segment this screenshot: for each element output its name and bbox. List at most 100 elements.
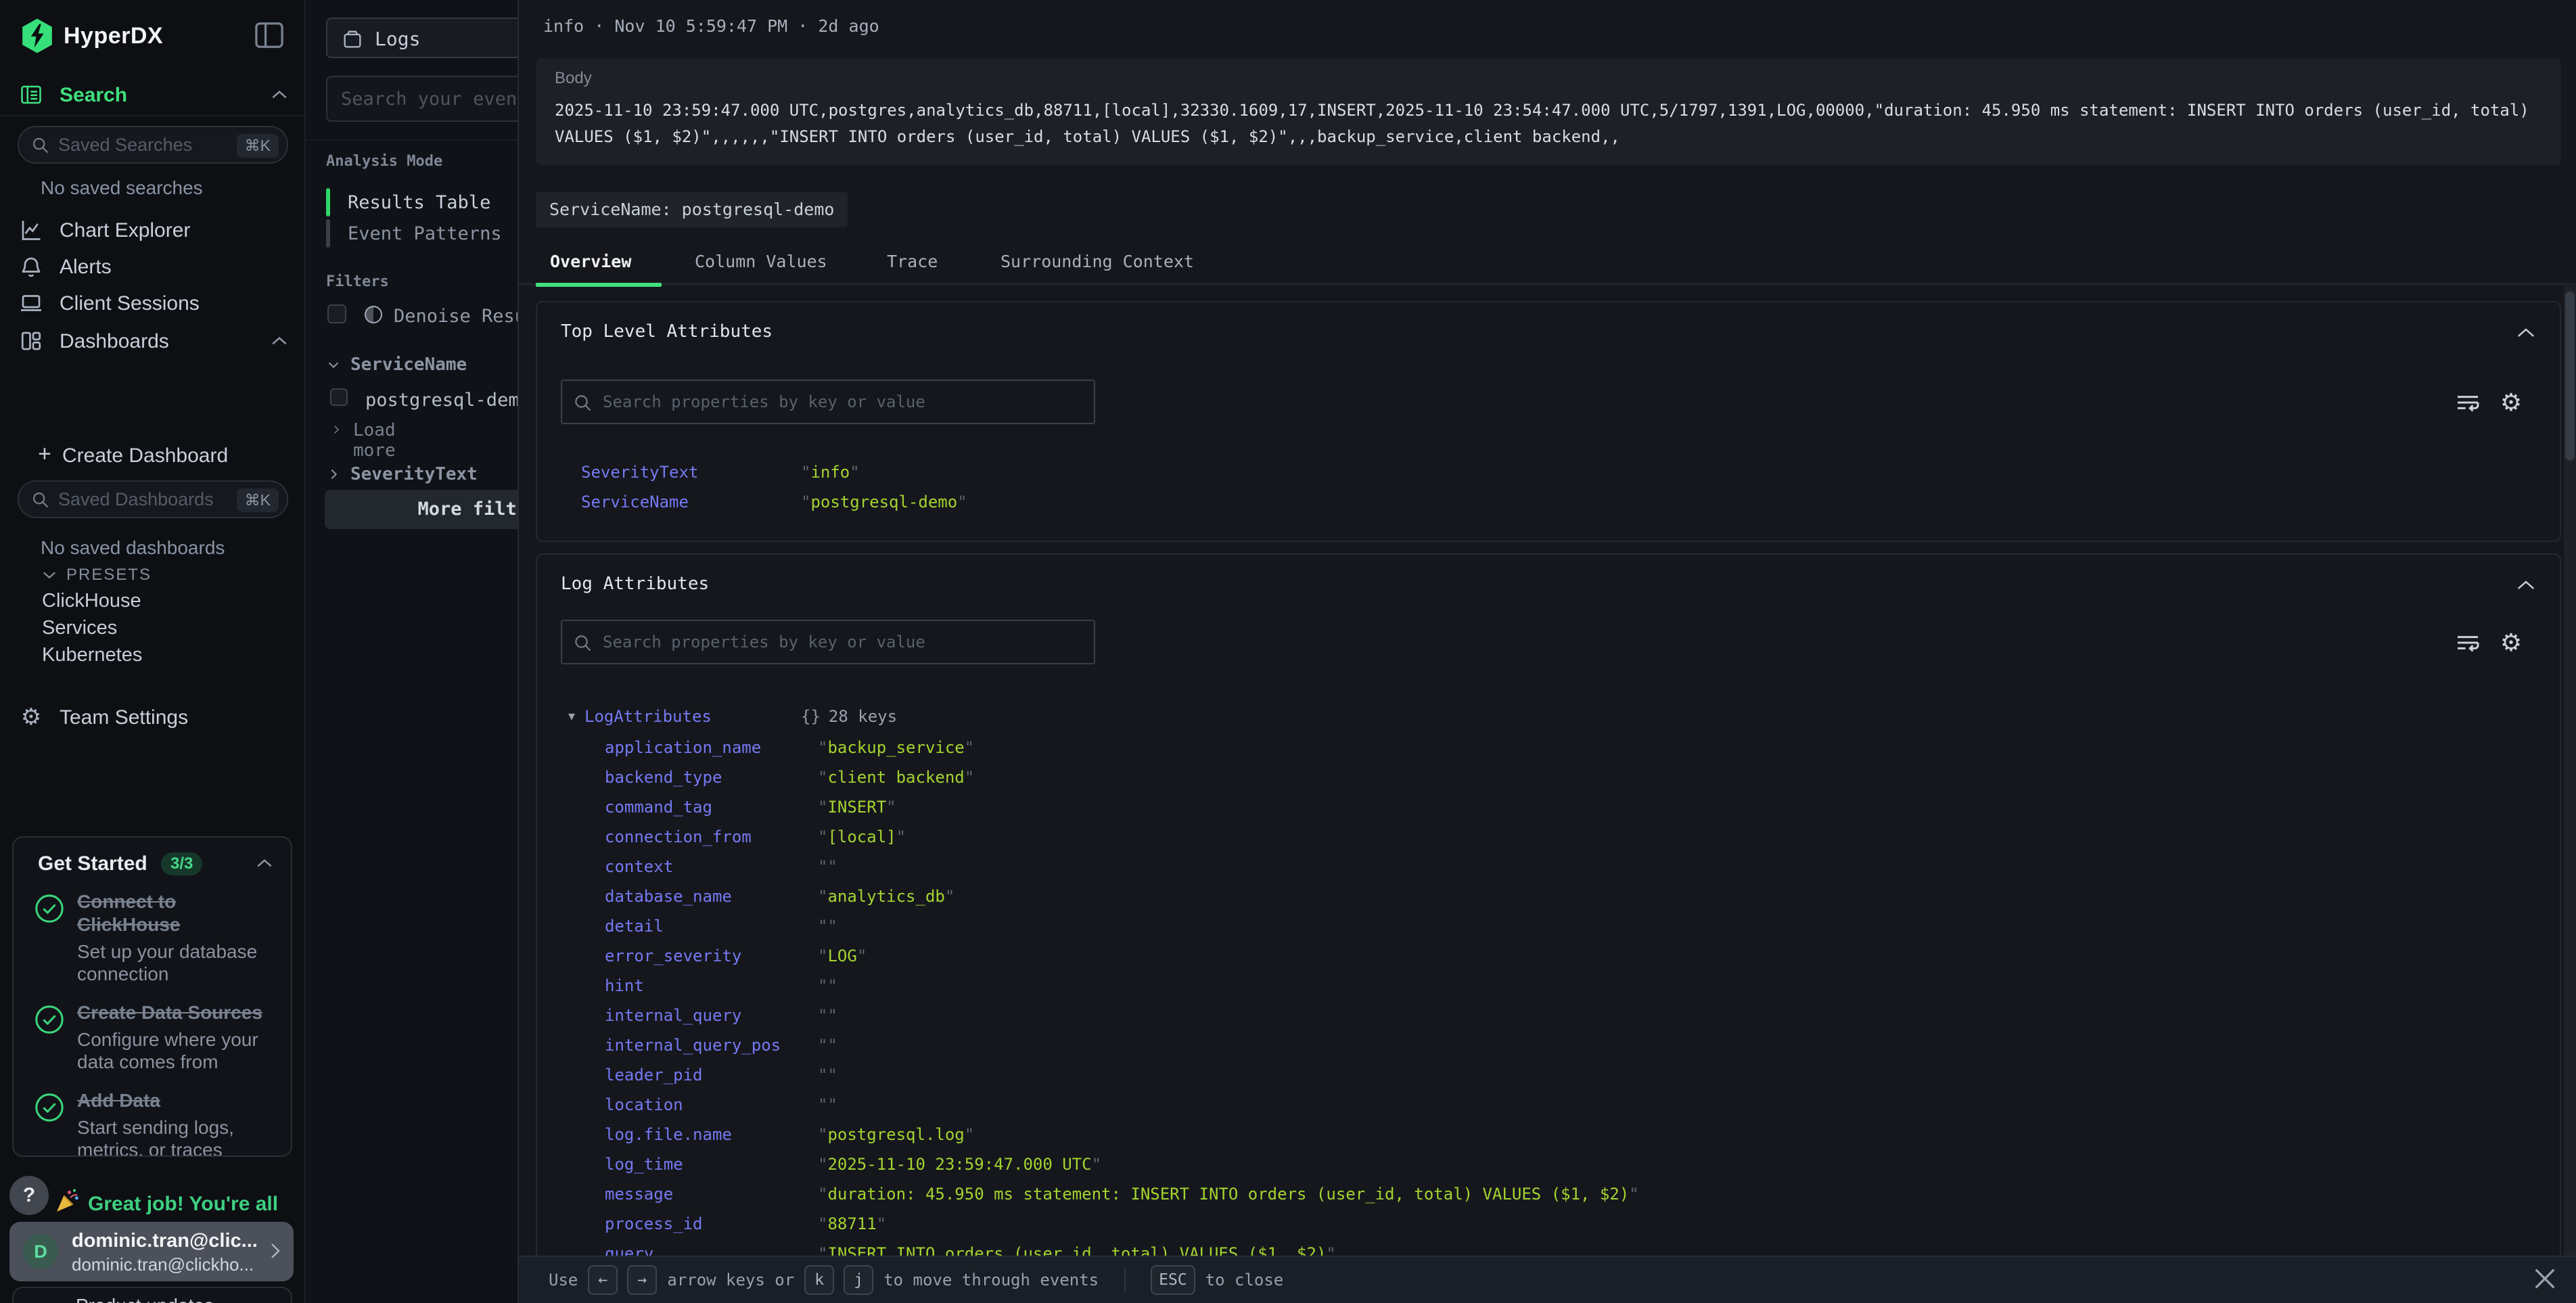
wrap-lines-icon[interactable] (2454, 629, 2481, 656)
attribute-value[interactable]: "[local]" (818, 827, 906, 846)
property-search-input[interactable] (603, 625, 1076, 659)
chevron-up-icon[interactable] (256, 858, 273, 869)
get-started-header[interactable]: Get Started 3/3 (14, 838, 291, 882)
sidebar-item-search[interactable]: Search (0, 76, 306, 114)
attribute-key[interactable]: SeverityText (581, 463, 698, 482)
denoise-icon (363, 304, 384, 325)
attribute-value[interactable]: "" (818, 857, 837, 876)
attribute-value[interactable]: "postgresql.log" (818, 1125, 974, 1144)
property-search-box[interactable] (561, 380, 1095, 424)
filter-option-checkbox[interactable] (330, 388, 348, 406)
close-icon[interactable] (2531, 1265, 2558, 1292)
scrollbar-thumb[interactable] (2565, 292, 2575, 461)
attribute-key[interactable]: log.file.name (605, 1125, 732, 1144)
sidebar-item-alerts[interactable]: Alerts (0, 248, 306, 285)
expand-triangle-icon[interactable]: ▾ (568, 708, 575, 725)
attribute-key[interactable]: command_tag (605, 798, 712, 817)
attribute-key[interactable]: hint (605, 976, 644, 995)
attribute-key[interactable]: leader_pid (605, 1066, 703, 1084)
attribute-value[interactable]: "88711" (818, 1214, 886, 1233)
tab-trace[interactable]: Trace (887, 252, 938, 271)
esc-key: ESC (1151, 1265, 1195, 1295)
attribute-value[interactable]: "" (818, 917, 837, 936)
tab-column-values[interactable]: Column Values (695, 252, 827, 271)
attribute-key[interactable]: backend_type (605, 768, 722, 787)
task-create-data-sources[interactable]: Create Data Sources Configure where your… (34, 1001, 277, 1073)
root-key[interactable]: LogAttributes (584, 707, 712, 726)
gear-icon[interactable]: ⚙ (2498, 389, 2525, 416)
saved-searches-field[interactable] (58, 130, 221, 160)
task-connect-clickhouse[interactable]: Connect to ClickHouse Set up your databa… (34, 890, 277, 985)
gear-icon[interactable]: ⚙ (2498, 629, 2525, 656)
attribute-value[interactable]: "client backend" (818, 768, 974, 787)
saved-searches-input[interactable]: ⌘K (18, 126, 288, 164)
property-search-input[interactable] (603, 385, 1076, 419)
avatar: D (23, 1234, 58, 1269)
chevron-up-icon[interactable] (271, 336, 288, 346)
attribute-key[interactable]: ServiceName (581, 493, 689, 511)
chevron-right-icon (330, 424, 342, 436)
attribute-key[interactable]: message (605, 1185, 673, 1204)
sidebar-item-team-settings[interactable]: ⚙ Team Settings (0, 698, 306, 736)
saved-dashboards-input[interactable]: ⌘K (18, 480, 288, 518)
attribute-key[interactable]: location (605, 1095, 683, 1114)
attribute-key[interactable]: context (605, 857, 673, 876)
tab-overview[interactable]: Overview (550, 252, 631, 271)
create-dashboard-button[interactable]: + Create Dashboard (0, 438, 306, 474)
attribute-value[interactable]: "" (818, 1066, 837, 1084)
attribute-key[interactable]: error_severity (605, 946, 741, 965)
attribute-value[interactable]: "analytics_db" (818, 887, 954, 906)
property-search-box[interactable] (561, 620, 1095, 664)
task-desc: Configure where your data comes from (77, 1028, 271, 1073)
chevron-up-icon[interactable] (271, 89, 288, 100)
attribute-key[interactable]: process_id (605, 1214, 703, 1233)
preset-kubernetes[interactable]: Kubernetes (42, 644, 142, 666)
attribute-value[interactable]: "backup_service" (818, 738, 974, 757)
attribute-key[interactable]: detail (605, 917, 664, 936)
celebration-banner: Great job! You're all (54, 1185, 295, 1223)
attribute-row: log_time "2025-11-10 23:59:47.000 UTC" (537, 1150, 2539, 1180)
tab-surrounding-context[interactable]: Surrounding Context (1001, 252, 1194, 271)
service-name-tag[interactable]: ServiceName: postgresql-demo (536, 192, 848, 227)
log-attributes-root-row[interactable]: ▾ LogAttributes 28 keys (537, 702, 2539, 732)
celebration-text: Great job! You're all (88, 1193, 278, 1215)
attribute-key[interactable]: connection_from (605, 827, 752, 846)
task-add-data[interactable]: Add Data Start sending logs, metrics, or… (34, 1089, 277, 1157)
attribute-key[interactable]: application_name (605, 738, 761, 757)
sidebar-item-label: Client Sessions (60, 292, 200, 315)
wrap-lines-icon[interactable] (2454, 389, 2481, 416)
product-updates-card[interactable]: Product updates (12, 1287, 292, 1303)
preset-clickhouse[interactable]: ClickHouse (42, 590, 141, 612)
attribute-value[interactable]: "INSERT" (818, 798, 896, 817)
attribute-value[interactable]: "LOG" (818, 946, 867, 965)
plus-icon: + (38, 441, 51, 467)
attribute-value[interactable]: "" (818, 1095, 837, 1114)
collapse-chevron-icon[interactable] (2516, 327, 2536, 339)
help-button[interactable]: ? (9, 1176, 49, 1215)
sidebar-item-dashboards[interactable]: Dashboards (0, 322, 306, 360)
preset-services[interactable]: Services (42, 617, 117, 639)
attribute-key[interactable]: internal_query_pos (605, 1036, 781, 1055)
attribute-value[interactable]: "postgresql-demo" (801, 493, 967, 511)
attribute-value[interactable]: "" (818, 976, 837, 995)
user-menu[interactable]: D dominic.tran@clic... dominic.tran@clic… (9, 1222, 294, 1281)
top-level-attribute-rows: SeverityText "info" ServiceName "postgresql… (537, 458, 2539, 518)
attribute-key[interactable]: database_name (605, 887, 732, 906)
attribute-key[interactable]: log_time (605, 1155, 683, 1174)
attribute-value[interactable]: "" (818, 1036, 837, 1055)
j-key: j (844, 1265, 873, 1295)
attribute-value[interactable]: "" (818, 1006, 837, 1025)
sidebar-item-client-sessions[interactable]: Client Sessions (0, 284, 306, 322)
sidebar-collapse-icon[interactable] (254, 22, 284, 49)
panel-scrollbar[interactable] (2564, 286, 2576, 1303)
attribute-key[interactable]: internal_query (605, 1006, 741, 1025)
collapse-chevron-icon[interactable] (2516, 579, 2536, 591)
attribute-value[interactable]: "info" (801, 463, 860, 482)
sidebar-item-chart-explorer[interactable]: Chart Explorer (0, 211, 306, 249)
bell-icon (19, 254, 43, 279)
saved-dashboards-field[interactable] (58, 484, 221, 514)
attribute-value[interactable]: "2025-11-10 23:59:47.000 UTC" (818, 1155, 1101, 1174)
body-text[interactable]: 2025-11-10 23:59:47.000 UTC,postgres,ana… (555, 97, 2542, 150)
denoise-checkbox[interactable] (327, 304, 346, 323)
attribute-value[interactable]: "duration: 45.950 ms statement: INSERT I… (818, 1185, 1639, 1204)
